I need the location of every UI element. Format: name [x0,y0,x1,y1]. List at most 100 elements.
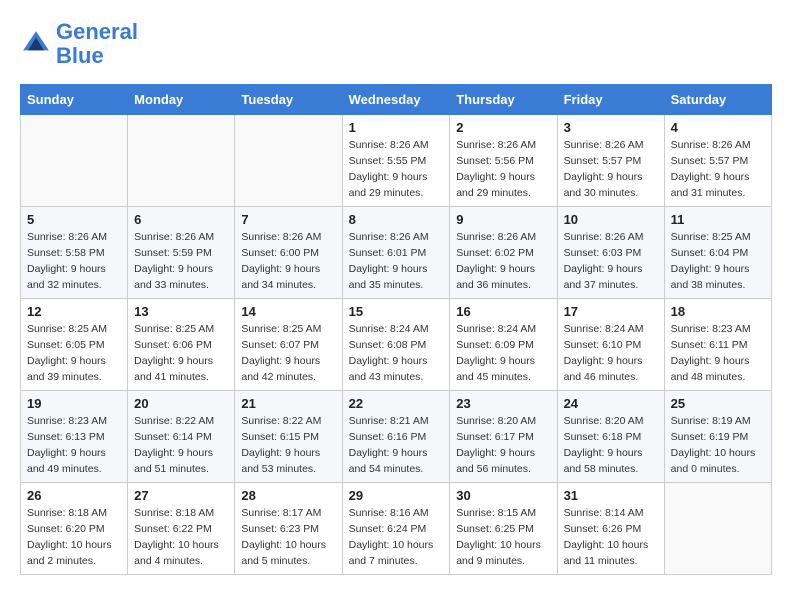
calendar-day-25: 25 Sunrise: 8:19 AM Sunset: 6:19 PM Dayli… [664,391,771,483]
day-number: 21 [241,396,335,411]
day-info: Sunrise: 8:22 AM Sunset: 6:14 PM Dayligh… [134,414,228,477]
calendar-day-6: 6 Sunrise: 8:26 AM Sunset: 5:59 PM Daylig… [128,207,235,299]
calendar-week-row: 19Sunrise: 8:23 AM Sunset: 6:13 PM Dayli… [21,391,772,483]
day-number: 13 [134,304,228,319]
logo: General Blue [20,20,138,68]
calendar-day-9: 9Sunrise: 8:26 AM Sunset: 6:02 PM Daylig… [450,207,557,299]
page-header: General Blue [20,20,772,68]
day-info: Sunrise: 8:18 AM Sunset: 6:22 PM Dayligh… [134,506,228,569]
day-info: Sunrise: 8:20 AM Sunset: 6:18 PM Dayligh… [564,414,658,477]
day-number: 27 [134,488,228,503]
day-number: 31 [564,488,658,503]
calendar-day-12: 12Sunrise: 8:25 AM Sunset: 6:05 PM Dayli… [21,299,128,391]
day-info: Sunrise: 8:26 AM Sunset: 5:59 PM Dayligh… [134,230,228,293]
calendar-day-empty [235,115,342,207]
day-number: 9 [456,212,550,227]
calendar-day-2: 2 Sunrise: 8:26 AM Sunset: 5:56 PM Daylig… [450,115,557,207]
calendar-day-11: 11 Sunrise: 8:25 AM Sunset: 6:04 PM Dayli… [664,207,771,299]
calendar-day-3: 3Sunrise: 8:26 AM Sunset: 5:57 PM Daylig… [557,115,664,207]
calendar-day-17: 17 Sunrise: 8:24 AM Sunset: 6:10 PM Dayli… [557,299,664,391]
day-number: 6 [134,212,228,227]
calendar-header-row: SundayMondayTuesdayWednesdayThursdayFrid… [21,85,772,115]
calendar-day-31: 31Sunrise: 8:14 AM Sunset: 6:26 PM Dayli… [557,483,664,575]
calendar-table: SundayMondayTuesdayWednesdayThursdayFrid… [20,84,772,575]
calendar-day-24: 24 Sunrise: 8:20 AM Sunset: 6:18 PM Dayli… [557,391,664,483]
day-number: 10 [564,212,658,227]
day-info: Sunrise: 8:26 AM Sunset: 6:01 PM Dayligh… [349,230,444,293]
calendar-day-23: 23 Sunrise: 8:20 AM Sunset: 6:17 PM Dayli… [450,391,557,483]
day-info: Sunrise: 8:25 AM Sunset: 6:07 PM Dayligh… [241,322,335,385]
calendar-day-18: 18 Sunrise: 8:23 AM Sunset: 6:11 PM Dayli… [664,299,771,391]
day-number: 30 [456,488,550,503]
weekday-header-saturday: Saturday [664,85,771,115]
calendar-day-20: 20 Sunrise: 8:22 AM Sunset: 6:14 PM Dayli… [128,391,235,483]
day-info: Sunrise: 8:25 AM Sunset: 6:06 PM Dayligh… [134,322,228,385]
day-info: Sunrise: 8:24 AM Sunset: 6:10 PM Dayligh… [564,322,658,385]
weekday-header-monday: Monday [128,85,235,115]
calendar-day-22: 22Sunrise: 8:21 AM Sunset: 6:16 PM Dayli… [342,391,450,483]
day-info: Sunrise: 8:26 AM Sunset: 5:57 PM Dayligh… [671,138,765,201]
day-number: 24 [564,396,658,411]
weekday-header-wednesday: Wednesday [342,85,450,115]
weekday-header-tuesday: Tuesday [235,85,342,115]
day-info: Sunrise: 8:26 AM Sunset: 5:55 PM Dayligh… [349,138,444,201]
day-number: 15 [349,304,444,319]
day-info: Sunrise: 8:20 AM Sunset: 6:17 PM Dayligh… [456,414,550,477]
weekday-header-sunday: Sunday [21,85,128,115]
day-number: 17 [564,304,658,319]
day-info: Sunrise: 8:26 AM Sunset: 5:56 PM Dayligh… [456,138,550,201]
logo-text: General Blue [56,20,138,68]
day-number: 7 [241,212,335,227]
calendar-day-empty [21,115,128,207]
day-info: Sunrise: 8:25 AM Sunset: 6:04 PM Dayligh… [671,230,765,293]
day-number: 14 [241,304,335,319]
calendar-day-empty [664,483,771,575]
calendar-day-19: 19Sunrise: 8:23 AM Sunset: 6:13 PM Dayli… [21,391,128,483]
day-number: 8 [349,212,444,227]
day-info: Sunrise: 8:21 AM Sunset: 6:16 PM Dayligh… [349,414,444,477]
calendar-day-21: 21 Sunrise: 8:22 AM Sunset: 6:15 PM Dayli… [235,391,342,483]
calendar-day-29: 29Sunrise: 8:16 AM Sunset: 6:24 PM Dayli… [342,483,450,575]
day-number: 2 [456,120,550,135]
calendar-day-30: 30 Sunrise: 8:15 AM Sunset: 6:25 PM Dayli… [450,483,557,575]
logo-blue: Blue [56,43,104,68]
calendar-day-27: 27 Sunrise: 8:18 AM Sunset: 6:22 PM Dayli… [128,483,235,575]
day-number: 16 [456,304,550,319]
day-number: 18 [671,304,765,319]
calendar-day-empty [128,115,235,207]
day-info: Sunrise: 8:23 AM Sunset: 6:11 PM Dayligh… [671,322,765,385]
calendar-week-row: 26 Sunrise: 8:18 AM Sunset: 6:20 PM Dayli… [21,483,772,575]
calendar-day-8: 8 Sunrise: 8:26 AM Sunset: 6:01 PM Daylig… [342,207,450,299]
day-info: Sunrise: 8:19 AM Sunset: 6:19 PM Dayligh… [671,414,765,477]
day-info: Sunrise: 8:18 AM Sunset: 6:20 PM Dayligh… [27,506,121,569]
day-number: 28 [241,488,335,503]
day-info: Sunrise: 8:24 AM Sunset: 6:08 PM Dayligh… [349,322,444,385]
day-info: Sunrise: 8:16 AM Sunset: 6:24 PM Dayligh… [349,506,444,569]
calendar-day-13: 13 Sunrise: 8:25 AM Sunset: 6:06 PM Dayli… [128,299,235,391]
calendar-week-row: 12Sunrise: 8:25 AM Sunset: 6:05 PM Dayli… [21,299,772,391]
calendar-week-row: 1 Sunrise: 8:26 AM Sunset: 5:55 PM Daylig… [21,115,772,207]
logo-icon [20,28,52,60]
calendar-day-26: 26 Sunrise: 8:18 AM Sunset: 6:20 PM Dayli… [21,483,128,575]
day-info: Sunrise: 8:26 AM Sunset: 6:00 PM Dayligh… [241,230,335,293]
day-number: 23 [456,396,550,411]
day-number: 1 [349,120,444,135]
logo-general: General [56,19,138,44]
day-info: Sunrise: 8:26 AM Sunset: 6:03 PM Dayligh… [564,230,658,293]
day-number: 11 [671,212,765,227]
day-info: Sunrise: 8:24 AM Sunset: 6:09 PM Dayligh… [456,322,550,385]
day-number: 26 [27,488,121,503]
day-number: 20 [134,396,228,411]
day-info: Sunrise: 8:26 AM Sunset: 5:58 PM Dayligh… [27,230,121,293]
day-info: Sunrise: 8:23 AM Sunset: 6:13 PM Dayligh… [27,414,121,477]
calendar-week-row: 5Sunrise: 8:26 AM Sunset: 5:58 PM Daylig… [21,207,772,299]
weekday-header-thursday: Thursday [450,85,557,115]
day-info: Sunrise: 8:26 AM Sunset: 5:57 PM Dayligh… [564,138,658,201]
weekday-header-friday: Friday [557,85,664,115]
day-number: 25 [671,396,765,411]
day-info: Sunrise: 8:15 AM Sunset: 6:25 PM Dayligh… [456,506,550,569]
day-info: Sunrise: 8:17 AM Sunset: 6:23 PM Dayligh… [241,506,335,569]
calendar-day-16: 16 Sunrise: 8:24 AM Sunset: 6:09 PM Dayli… [450,299,557,391]
day-info: Sunrise: 8:22 AM Sunset: 6:15 PM Dayligh… [241,414,335,477]
calendar-day-7: 7 Sunrise: 8:26 AM Sunset: 6:00 PM Daylig… [235,207,342,299]
